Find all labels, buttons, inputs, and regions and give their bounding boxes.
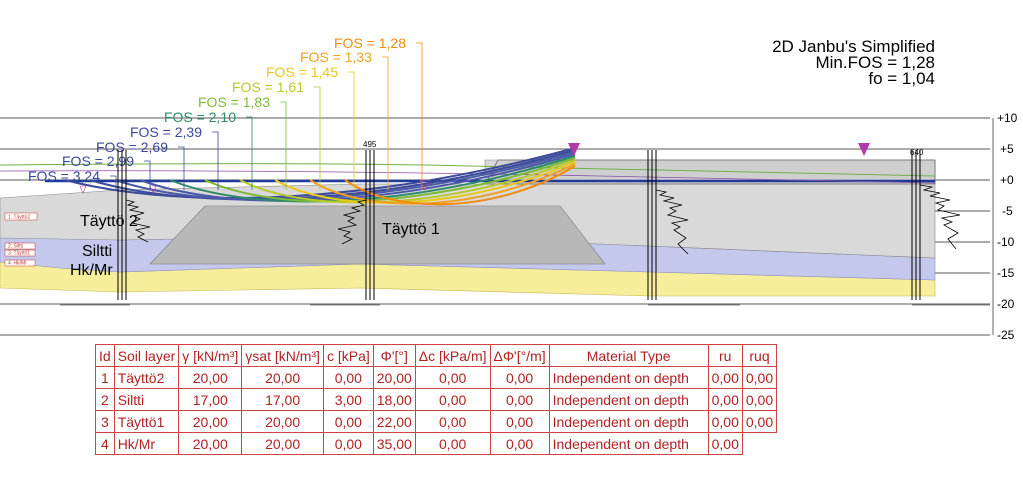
column-header: Soil layer xyxy=(113,344,180,367)
elevation-tick-label: +5 xyxy=(1000,142,1014,156)
svg-text:FOS = 2,69: FOS = 2,69 xyxy=(96,139,168,155)
table-cell: 0,00 xyxy=(414,388,491,411)
table-cell: 0,00 xyxy=(707,410,743,433)
table-cell: 3 xyxy=(95,410,115,433)
table-cell: 17,00 xyxy=(178,388,243,411)
table-cell xyxy=(742,433,776,455)
section-label: 495 xyxy=(363,140,377,149)
table-cell: 0,00 xyxy=(741,388,778,411)
soil-parameters-table: Id Soil layer γ [kN/m³] γsat [kN/m³] c [… xyxy=(95,344,778,455)
layer-label-taytto2: Täyttö 2 xyxy=(80,213,138,230)
table-cell: 20,00 xyxy=(178,432,243,455)
table-cell: 20,00 xyxy=(241,366,324,389)
table-cell: 17,00 xyxy=(241,388,324,411)
svg-text:FOS = 1,28: FOS = 1,28 xyxy=(334,35,406,51)
table-row: 1 Täyttö2 20,00 20,00 0,00 20,00 0,00 0,… xyxy=(95,366,778,389)
column-header: γsat [kN/m³] xyxy=(241,344,324,367)
svg-text:4. Hk/Mr: 4. Hk/Mr xyxy=(8,261,27,267)
table-cell: 0,00 xyxy=(414,366,491,389)
table-cell: 20,00 xyxy=(241,410,324,433)
svg-text:FOS = 1,45: FOS = 1,45 xyxy=(266,64,338,80)
svg-text:FOS = 2,99: FOS = 2,99 xyxy=(62,153,134,169)
column-header: Id xyxy=(95,344,115,367)
table-cell: 0,00 xyxy=(489,388,550,411)
elevation-tick-label: +0 xyxy=(1000,173,1014,187)
table-cell: 35,00 xyxy=(372,432,416,455)
svg-text:FOS = 1,61: FOS = 1,61 xyxy=(232,79,304,95)
elevation-tick-label: -15 xyxy=(997,266,1015,280)
layer-label-taytto1: Täyttö 1 xyxy=(382,221,440,238)
elevation-tick-label: -10 xyxy=(997,235,1015,249)
column-header: Material Type xyxy=(548,344,709,367)
layer-label-siltti: Siltti xyxy=(82,243,112,260)
svg-text:3. Täyttö1: 3. Täyttö1 xyxy=(8,251,30,257)
fos-label: FOS = 2,10 xyxy=(164,109,253,190)
column-header: γ [kN/m³] xyxy=(178,344,243,367)
table-cell: 0,00 xyxy=(707,366,743,389)
elevation-tick-label: -20 xyxy=(997,297,1015,311)
table-cell: 0,00 xyxy=(489,432,550,455)
elevation-scale: +10 +5 +0 -5 -10 -15 -20 -25 xyxy=(992,111,1018,342)
table-row: 3 Täyttö1 20,00 20,00 0,00 22,00 0,00 0,… xyxy=(95,410,778,433)
table-cell: 0,00 xyxy=(741,410,778,433)
svg-text:FOS = 2,10: FOS = 2,10 xyxy=(164,109,236,125)
table-cell: 20,00 xyxy=(372,366,416,389)
svg-text:FOS = 2,39: FOS = 2,39 xyxy=(130,124,202,140)
table-cell: 0,00 xyxy=(707,388,743,411)
table-cell: Independent on depth xyxy=(548,366,709,389)
table-cell: 2 xyxy=(95,388,115,411)
table-cell: 0,00 xyxy=(322,432,374,455)
svg-text:FOS = 1,83: FOS = 1,83 xyxy=(198,94,270,110)
table-cell: 0,00 xyxy=(414,410,491,433)
layer-label-hkmr: Hk/Mr xyxy=(70,262,113,279)
elevation-tick-label: -5 xyxy=(1002,204,1013,218)
elevation-tick-label: -25 xyxy=(997,328,1015,342)
table-cell: 20,00 xyxy=(178,410,243,433)
taytto1-layer xyxy=(149,205,606,265)
svg-text:FOS = 3,24: FOS = 3,24 xyxy=(28,168,100,184)
table-cell: 0,00 xyxy=(741,366,778,389)
table-cell: 0,00 xyxy=(322,366,374,389)
column-header: Φ'[°] xyxy=(372,344,416,367)
load-marker xyxy=(858,143,870,156)
table-cell: Hk/Mr xyxy=(113,432,180,455)
table-cell: 1 xyxy=(95,366,115,389)
section-label: 640 xyxy=(910,148,924,157)
table-row: 4 Hk/Mr 20,00 20,00 0,00 35,00 0,00 0,00… xyxy=(95,432,777,455)
table-cell: 18,00 xyxy=(372,388,416,411)
fos-label: FOS = 3,24 xyxy=(28,168,117,190)
fos-label: FOS = 1,83 xyxy=(198,94,287,190)
table-cell: 20,00 xyxy=(241,432,324,455)
column-header: ru xyxy=(707,344,743,367)
table-row: 2 Siltti 17,00 17,00 3,00 18,00 0,00 0,0… xyxy=(95,388,778,411)
table-cell: Independent on depth xyxy=(548,432,709,455)
table-cell: Independent on depth xyxy=(548,388,709,411)
table-cell: 0,00 xyxy=(414,432,491,455)
table-cell: 22,00 xyxy=(372,410,416,433)
table-cell: 3,00 xyxy=(322,388,374,411)
fos-labels: FOS = 3,24 FOS = 2,99 FOS = 2,69 FOS = 2… xyxy=(28,35,423,190)
table-cell: 20,00 xyxy=(178,366,243,389)
svg-text:2. Siltti: 2. Siltti xyxy=(8,244,23,250)
table-cell: Täyttö1 xyxy=(113,410,180,433)
table-cell: Independent on depth xyxy=(548,410,709,433)
elevation-tick-label: +10 xyxy=(997,111,1018,125)
svg-text:FOS = 1,33: FOS = 1,33 xyxy=(300,49,372,65)
column-header: ΔΦ'[°/m] xyxy=(489,344,550,367)
fo-label: fo = 1,04 xyxy=(868,69,935,88)
column-header: ruq xyxy=(741,344,778,367)
table-cell: 0,00 xyxy=(489,366,550,389)
table-header-row: Id Soil layer γ [kN/m³] γsat [kN/m³] c [… xyxy=(95,344,778,367)
svg-text:1. Täyttö2: 1. Täyttö2 xyxy=(8,215,30,221)
column-header: Δc [kPa/m] xyxy=(414,344,491,367)
table-cell: 0,00 xyxy=(707,432,743,455)
table-cell: Täyttö2 xyxy=(113,366,180,389)
column-header: c [kPa] xyxy=(322,344,374,367)
table-cell: 0,00 xyxy=(322,410,374,433)
table-cell: 0,00 xyxy=(489,410,550,433)
table-cell: 4 xyxy=(95,432,115,455)
table-cell: Siltti xyxy=(113,388,180,411)
